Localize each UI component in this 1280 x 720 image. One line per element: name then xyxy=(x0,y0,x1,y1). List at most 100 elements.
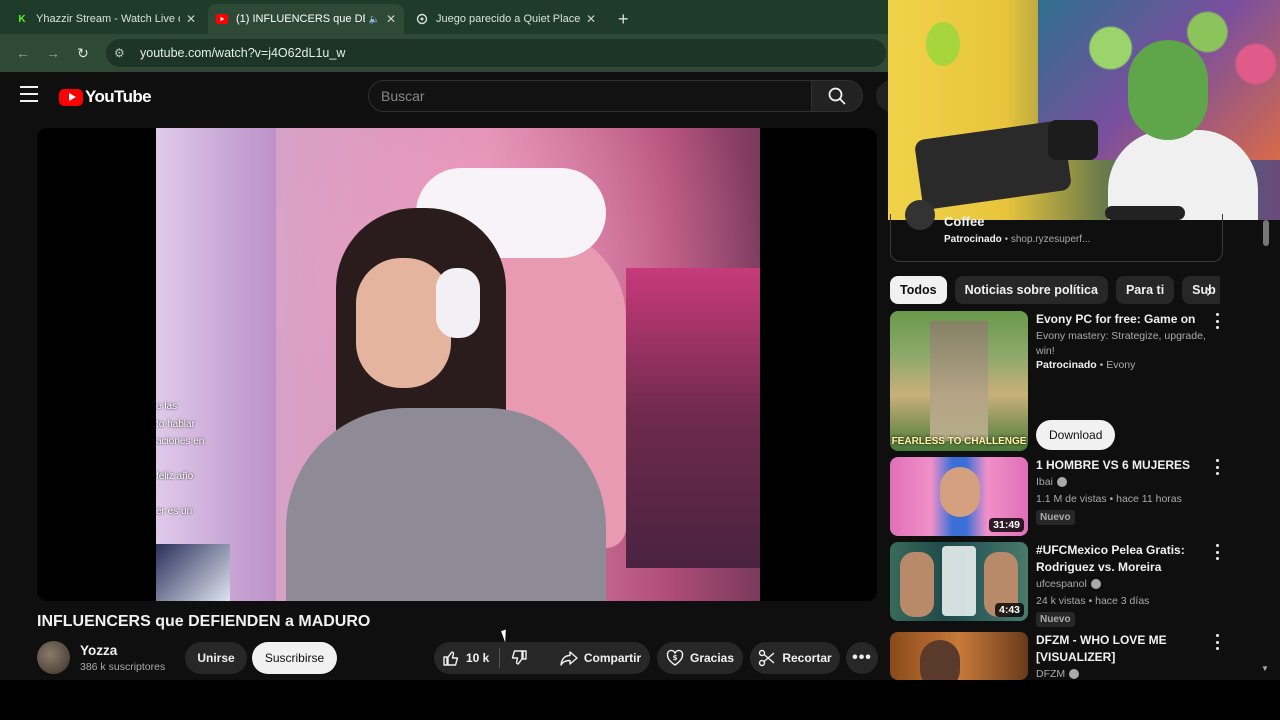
youtube-logo[interactable]: YouTube xyxy=(59,87,152,107)
join-button[interactable]: Unirse xyxy=(185,642,247,674)
tab-title: (1) INFLUENCERS que DEFIE xyxy=(236,13,365,25)
chat-line: e las xyxy=(156,401,178,412)
video-thumbnail[interactable]: FEARLESS TO CHALLENGE xyxy=(890,311,1028,451)
browser-tab-chatgpt[interactable]: Juego parecido a Quiet Place ✕ xyxy=(408,4,604,34)
clip-label: Recortar xyxy=(782,651,832,665)
share-icon xyxy=(560,650,578,666)
more-vertical-icon[interactable] xyxy=(1212,313,1222,329)
search-input[interactable]: Buscar xyxy=(368,80,812,112)
more-vertical-icon[interactable] xyxy=(1212,459,1222,475)
ad-meta: Patrocinado • shop.ryzesuperf... xyxy=(944,234,1091,245)
ad-action-button[interactable] xyxy=(1105,206,1185,220)
youtube-icon xyxy=(216,13,228,25)
advertiser-avatar xyxy=(905,200,935,230)
video-player[interactable]: e las to hablar aciones en feliz año er … xyxy=(37,128,877,601)
new-badge: Nuevo xyxy=(1036,510,1075,525)
chat-line: er es un xyxy=(156,506,193,517)
logo-text: YouTube xyxy=(85,87,152,106)
video-thumbnail[interactable] xyxy=(890,632,1028,680)
sidebar-video[interactable]: 31:49 1 HOMBRE VS 6 MUJERES Ibai 1.1 M d… xyxy=(890,457,1270,537)
chip-politics[interactable]: Noticias sobre política xyxy=(954,276,1108,304)
tab-title: Juego parecido a Quiet Place xyxy=(436,13,580,25)
watch-page: e las to hablar aciones en feliz año er … xyxy=(0,120,888,680)
tab-title: Yhazzir Stream - Watch Live on xyxy=(36,13,180,25)
more-horizontal-icon: ••• xyxy=(852,649,872,666)
sidebar-video[interactable]: DFZM - WHO LOVE ME [VISUALIZER] DFZM xyxy=(890,632,1270,680)
chat-line: aciones en xyxy=(156,436,205,447)
advertiser-name: Evony xyxy=(1106,359,1136,371)
thanks-button[interactable]: $ Gracias xyxy=(657,642,743,674)
address-bar[interactable]: ⚙ youtube.com/watch?v=j4O62dL1u_w xyxy=(106,39,886,67)
youtube-play-icon xyxy=(59,88,83,106)
verified-icon xyxy=(1090,579,1101,589)
channel-name[interactable]: ufcespanol xyxy=(1036,578,1101,590)
sidebar-ad-video[interactable]: FEARLESS TO CHALLENGE Evony PC for free:… xyxy=(890,311,1270,451)
download-button[interactable]: Download xyxy=(1036,420,1116,450)
more-actions-button[interactable]: ••• xyxy=(846,642,878,674)
share-button[interactable]: Compartir xyxy=(551,642,650,674)
related-sidebar: Coffee Patrocinado • shop.ryzesuperf... … xyxy=(888,200,1280,680)
sidebar-scrollbar[interactable] xyxy=(1263,220,1269,246)
chevron-right-icon[interactable]: › xyxy=(1198,280,1220,302)
ad-domain: shop.ryzesuperf... xyxy=(1010,234,1091,245)
search-button[interactable] xyxy=(811,80,863,112)
channel-label: ufcespanol xyxy=(1036,578,1087,590)
duration-badge: 4:43 xyxy=(994,603,1024,617)
sponsored-label: Patrocinado xyxy=(1036,359,1097,371)
browser-tab-kick[interactable]: K Yhazzir Stream - Watch Live on ✕ xyxy=(8,4,204,34)
video-title: #UFCMexico Pelea Gratis: Rodriguez vs. M… xyxy=(1036,543,1185,574)
subscribe-button[interactable]: Suscribirse xyxy=(252,642,337,674)
site-settings-icon[interactable]: ⚙ xyxy=(114,46,132,60)
video-thumbnail[interactable]: 4:43 xyxy=(890,542,1028,621)
close-tab-icon[interactable]: ✕ xyxy=(386,12,396,26)
channel-name[interactable]: DFZM xyxy=(1036,668,1080,680)
new-tab-button[interactable]: + xyxy=(608,4,639,34)
thumbnail-text: FEARLESS TO CHALLENGE xyxy=(891,436,1027,447)
search-icon xyxy=(828,87,846,105)
url-text: youtube.com/watch?v=j4O62dL1u_w xyxy=(140,46,346,60)
join-label: Unirse xyxy=(197,651,235,665)
chip-for-you[interactable]: Para ti xyxy=(1115,276,1175,304)
sponsored-card[interactable]: Coffee Patrocinado • shop.ryzesuperf... xyxy=(890,200,1223,262)
download-label: Download xyxy=(1049,428,1103,442)
channel-name[interactable]: Yozza xyxy=(80,643,117,658)
like-count[interactable]: 10 k xyxy=(466,651,489,665)
webcam-overlay xyxy=(888,0,1280,220)
channel-avatar[interactable] xyxy=(37,641,70,674)
forward-icon[interactable]: → xyxy=(40,40,66,66)
browser-tab-youtube[interactable]: (1) INFLUENCERS que DEFIE 🔈 ✕ xyxy=(208,4,404,34)
share-label: Compartir xyxy=(583,651,642,665)
channel-label: Ibai xyxy=(1036,476,1053,488)
reload-icon[interactable]: ↻ xyxy=(70,40,96,66)
search-placeholder: Buscar xyxy=(381,88,425,104)
like-divider xyxy=(499,648,501,668)
scroll-down-icon[interactable]: ▼ xyxy=(1261,664,1269,673)
chat-line xyxy=(156,451,204,469)
speaker-icon[interactable]: 🔈 xyxy=(369,14,380,25)
back-icon[interactable]: ← xyxy=(10,40,36,66)
browser-tab-strip: K Yhazzir Stream - Watch Live on ✕ (1) I… xyxy=(0,0,888,34)
like-icon[interactable] xyxy=(442,649,460,667)
video-thumbnail[interactable]: 31:49 xyxy=(890,457,1028,536)
ad-meta: Patrocinado • Evony xyxy=(1036,359,1136,371)
sponsored-label: Patrocinado xyxy=(944,234,1002,245)
close-tab-icon[interactable]: ✕ xyxy=(186,12,196,26)
more-vertical-icon[interactable] xyxy=(1212,544,1222,560)
channel-name[interactable]: Ibai xyxy=(1036,476,1067,488)
verified-icon xyxy=(1056,477,1067,487)
more-vertical-icon[interactable] xyxy=(1212,634,1222,650)
menu-icon[interactable] xyxy=(20,86,38,102)
video-title: Evony PC for free: Game on xyxy=(1036,312,1196,326)
dislike-icon[interactable] xyxy=(510,649,528,667)
thanks-label: Gracias xyxy=(689,651,735,665)
clip-button[interactable]: Recortar xyxy=(750,642,840,674)
close-tab-icon[interactable]: ✕ xyxy=(586,12,596,26)
chatgpt-icon xyxy=(416,13,428,25)
svg-text:$: $ xyxy=(673,654,678,662)
new-badge: Nuevo xyxy=(1036,612,1075,627)
sidebar-video[interactable]: 4:43 #UFCMexico Pelea Gratis: Rodriguez … xyxy=(890,542,1270,627)
stream-chat-overlay: e las to hablar aciones en feliz año er … xyxy=(156,398,204,521)
thanks-icon: $ xyxy=(666,649,684,667)
video-title: INFLUENCERS que DEFIENDEN a MADURO xyxy=(37,613,371,630)
chip-all[interactable]: Todos xyxy=(890,276,947,304)
